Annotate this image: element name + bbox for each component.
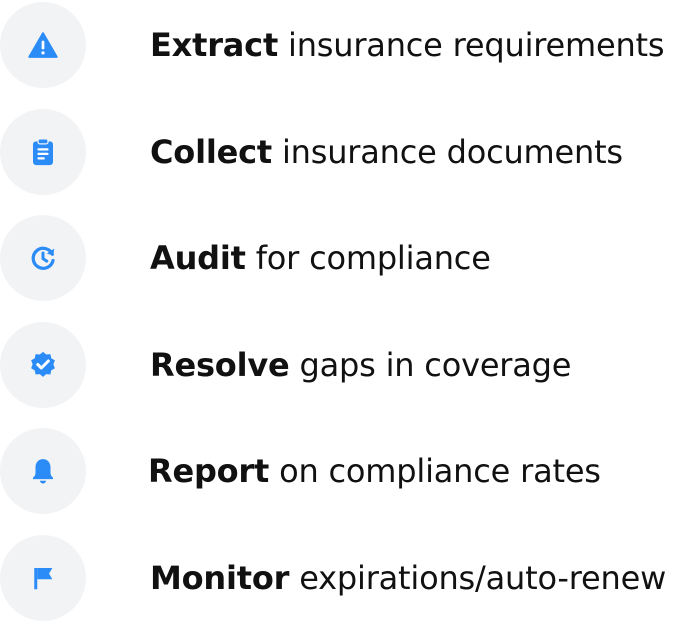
bell-icon (33, 459, 53, 484)
feature-description: insurance requirements (278, 26, 665, 64)
feature-description: insurance documents (271, 133, 623, 171)
feature-item-resolve: Resolve gaps in coverage (0, 320, 691, 410)
verified-badge-icon (31, 351, 55, 377)
feature-item-monitor: Monitor expirations/auto-renew (0, 533, 691, 623)
icon-circle (0, 322, 86, 408)
feature-verb: Collect (150, 133, 272, 171)
icon-circle (0, 2, 86, 88)
feature-item-report: Report on compliance rates (0, 426, 691, 516)
feature-text: Resolve gaps in coverage (150, 320, 571, 410)
icon-circle (0, 215, 86, 301)
feature-description: gaps in coverage (289, 346, 572, 384)
feature-description: expirations/auto-renew (289, 559, 667, 597)
feature-text: Monitor expirations/auto-renew (150, 533, 666, 623)
feature-description: for compliance (245, 239, 491, 277)
icon-circle (0, 535, 86, 621)
feature-description: on compliance rates (269, 452, 601, 490)
feature-verb: Monitor (150, 559, 290, 597)
icon-circle (0, 428, 86, 514)
flag-icon (34, 568, 53, 590)
feature-text: Extract insurance requirements (150, 0, 665, 90)
warning-icon (28, 32, 58, 58)
feature-text: Audit for compliance (150, 213, 491, 303)
feature-item-collect: Collect insurance documents (0, 107, 691, 197)
feature-item-audit: Audit for compliance (0, 213, 691, 303)
feature-text: Collect insurance documents (150, 107, 623, 197)
audit-clock-icon (31, 246, 55, 270)
feature-list: Extract insurance requirements Collect i… (0, 0, 691, 621)
feature-text: Report on compliance rates (148, 426, 601, 516)
feature-verb: Audit (150, 239, 246, 277)
feature-verb: Resolve (150, 346, 290, 384)
feature-item-extract: Extract insurance requirements (0, 0, 691, 90)
feature-verb: Report (148, 452, 270, 490)
clipboard-icon (33, 138, 53, 166)
icon-circle (0, 109, 86, 195)
feature-verb: Extract (150, 26, 279, 64)
